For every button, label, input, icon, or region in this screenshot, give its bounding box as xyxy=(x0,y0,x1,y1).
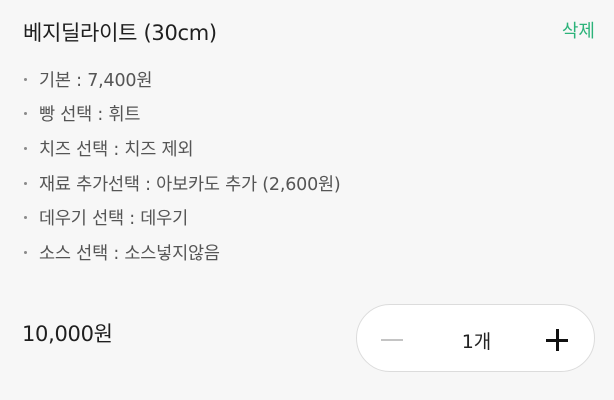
item-name: 베지딜라이트 (30cm) xyxy=(23,21,217,45)
option-item: 치즈 선택 : 치즈 제외 xyxy=(22,131,341,166)
option-list: 기본 : 7,400원 빵 선택 : 휘트 치즈 선택 : 치즈 제외 재료 추… xyxy=(22,62,341,270)
option-item: 소스 선택 : 소스넣지않음 xyxy=(22,235,341,270)
bullet-icon xyxy=(24,250,27,254)
minus-icon[interactable] xyxy=(381,329,403,351)
option-item: 재료 추가선택 : 아보카도 추가 (2,600원) xyxy=(22,166,341,201)
option-item: 데우기 선택 : 데우기 xyxy=(22,200,341,235)
option-text: 데우기 선택 : 데우기 xyxy=(39,209,188,230)
option-text: 치즈 선택 : 치즈 제외 xyxy=(39,139,194,160)
option-text: 빵 선택 : 휘트 xyxy=(39,105,141,126)
bullet-icon xyxy=(24,146,27,150)
bullet-icon xyxy=(24,112,27,116)
option-item: 기본 : 7,400원 xyxy=(22,62,341,97)
option-text: 소스 선택 : 소스넣지않음 xyxy=(39,243,220,264)
bullet-icon xyxy=(24,216,27,220)
item-price: 10,000원 xyxy=(22,322,113,346)
option-text: 기본 : 7,400원 xyxy=(39,70,153,91)
plus-icon[interactable] xyxy=(546,329,568,351)
bullet-icon xyxy=(24,77,27,81)
option-text: 재료 추가선택 : 아보카도 추가 (2,600원) xyxy=(39,174,341,195)
delete-button[interactable]: 삭제 xyxy=(562,17,595,43)
option-item: 빵 선택 : 휘트 xyxy=(22,97,341,132)
quantity-stepper: 1개 xyxy=(356,304,595,372)
bullet-icon xyxy=(24,181,27,185)
cart-item-card: 베지딜라이트 (30cm) 삭제 기본 : 7,400원 빵 선택 : 휘트 치… xyxy=(0,0,614,400)
